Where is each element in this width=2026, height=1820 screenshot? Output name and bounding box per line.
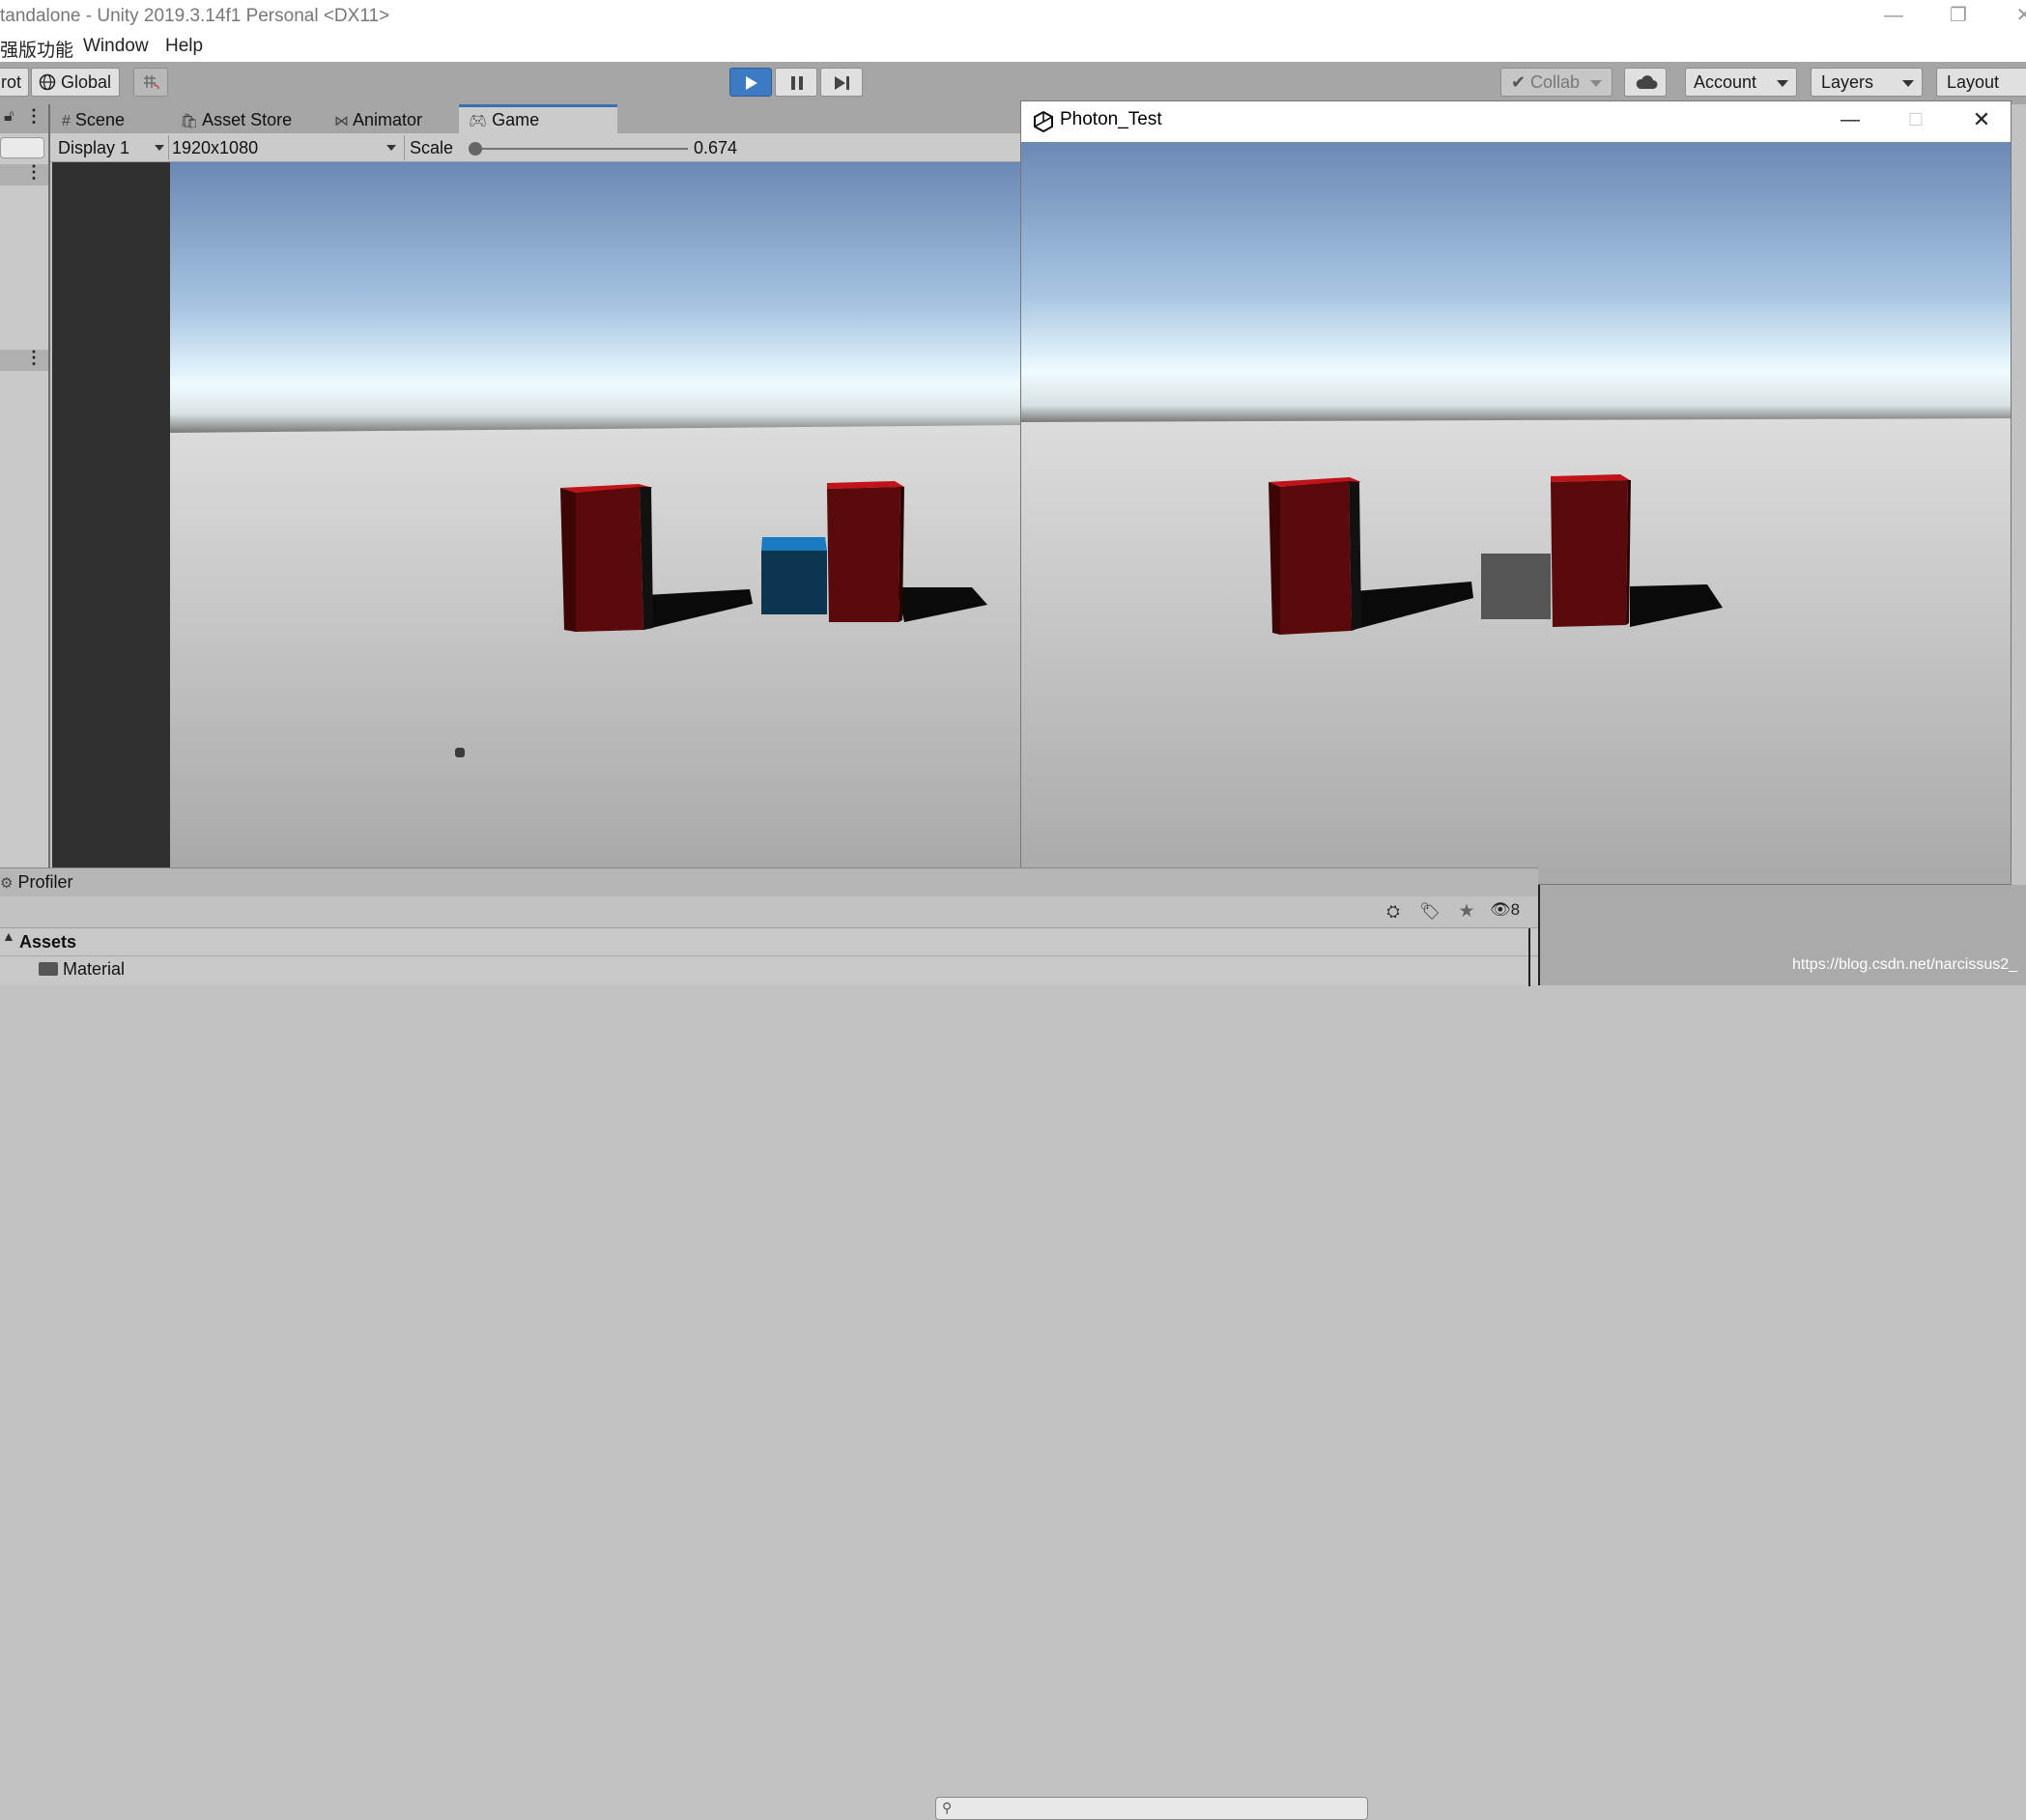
collab-label: Collab bbox=[1530, 72, 1581, 92]
popup-maximize-button[interactable]: ☐ bbox=[1895, 103, 1937, 138]
folder-icon bbox=[39, 962, 58, 976]
gray-box bbox=[1481, 554, 1551, 619]
layers-label: Layers bbox=[1821, 72, 1874, 92]
sphere-dot bbox=[455, 748, 465, 757]
cloud-button[interactable] bbox=[1624, 68, 1667, 97]
favorites-star-icon[interactable]: ★ bbox=[1449, 898, 1484, 925]
play-icon bbox=[746, 76, 757, 90]
profiler-icon: ⚙︎ bbox=[0, 875, 14, 892]
project-search-input[interactable]: ⚲ bbox=[935, 1797, 1368, 1820]
list-item-material-folder[interactable]: Material bbox=[39, 959, 125, 980]
grid-icon: # bbox=[62, 113, 71, 129]
profiler-tab-bar: ⚙︎ Profiler bbox=[0, 867, 1538, 896]
menu-item-help[interactable]: Help bbox=[165, 36, 203, 57]
tab-game[interactable]: 🎮︎ Game bbox=[459, 104, 617, 133]
account-dropdown[interactable]: Account bbox=[1685, 68, 1797, 97]
grid-snap-icon bbox=[144, 75, 159, 90]
play-button[interactable] bbox=[729, 68, 772, 97]
gamepad-icon: 🎮︎ bbox=[469, 113, 488, 129]
hierarchy-panel-edge: 🔓︎ ⋮ ⋮ ⋮ bbox=[0, 104, 50, 867]
filter-by-type-icon[interactable]: ⛭ bbox=[1376, 898, 1411, 925]
more-options-icon[interactable]: ⋮ bbox=[25, 348, 43, 368]
tab-animator[interactable]: ⋈ Animator bbox=[334, 106, 422, 133]
chevron-down-icon bbox=[386, 145, 396, 151]
project-toolbar: ⚲ ⛭ 🏷︎ ★ 👁︎8 bbox=[0, 896, 1538, 1820]
game-view-render[interactable] bbox=[170, 162, 1020, 867]
sky bbox=[170, 162, 1020, 433]
tab-profiler[interactable]: ⚙︎ Profiler bbox=[0, 872, 72, 893]
menu-item-enhanced[interactable]: 强版功能 bbox=[0, 36, 73, 62]
red-box-right bbox=[1551, 474, 1631, 627]
red-box-right bbox=[827, 481, 904, 622]
global-label: Global bbox=[61, 72, 112, 92]
resolution-dropdown[interactable]: 1920x1080 bbox=[170, 135, 405, 160]
more-options-icon[interactable]: ⋮ bbox=[25, 106, 43, 127]
scale-slider-handle[interactable] bbox=[469, 142, 482, 156]
layers-dropdown[interactable]: Layers bbox=[1811, 68, 1923, 97]
animator-icon: ⋈ bbox=[334, 113, 349, 129]
chevron-down-icon bbox=[1902, 80, 1914, 87]
step-icon bbox=[835, 76, 849, 90]
eye-slash-icon: 👁︎ bbox=[1490, 900, 1511, 919]
assets-header: Assets bbox=[19, 932, 77, 952]
layout-dropdown[interactable]: Layout bbox=[1936, 68, 2026, 97]
ground bbox=[1021, 418, 2011, 884]
game-view-toolbar: Display 1 1920x1080 Scale 0.674 bbox=[50, 133, 1020, 162]
global-toggle[interactable]: Global bbox=[31, 68, 120, 97]
tab-scene[interactable]: # Scene bbox=[62, 106, 125, 133]
account-label: Account bbox=[1694, 72, 1757, 92]
blue-box bbox=[761, 537, 827, 614]
chevron-down-icon bbox=[1777, 80, 1788, 87]
project-assets-panel: ▲ Assets Material bbox=[0, 927, 1538, 986]
cloud-icon bbox=[1636, 75, 1658, 89]
chevron-down-icon bbox=[1590, 80, 1602, 87]
popup-close-button[interactable]: ✕ bbox=[1960, 103, 2003, 138]
search-icon: ⚲ bbox=[942, 1800, 953, 1815]
checkmark-icon: ✔ bbox=[1511, 72, 1527, 92]
restore-button[interactable]: ❐ bbox=[1929, 0, 1987, 33]
scale-label: Scale bbox=[410, 138, 454, 157]
title-bar: tandalone - Unity 2019.3.14f1 Personal <… bbox=[0, 0, 2026, 33]
editor-tab-bar: # Scene 🛍︎ Asset Store ⋈ Animator 🎮︎ Gam… bbox=[50, 104, 1020, 133]
minimize-button[interactable]: — bbox=[1865, 0, 1923, 33]
snap-toggle[interactable] bbox=[133, 68, 168, 97]
red-box-left bbox=[560, 484, 653, 632]
close-button[interactable]: ✕ bbox=[1995, 0, 2026, 33]
photon-test-render[interactable] bbox=[1021, 142, 2011, 884]
display-dropdown[interactable]: Display 1 bbox=[54, 135, 169, 160]
filter-by-label-icon[interactable]: 🏷︎ bbox=[1412, 898, 1447, 925]
step-button[interactable] bbox=[820, 68, 863, 97]
popup-title: Photon_Test bbox=[1060, 109, 1162, 129]
main-toolbar: rot Global ✔ Collab Account Layers Layou… bbox=[0, 62, 2026, 104]
window-title: tandalone - Unity 2019.3.14f1 Personal <… bbox=[0, 6, 390, 26]
menu-item-window[interactable]: Window bbox=[83, 36, 149, 57]
collapse-arrow-icon[interactable]: ▲ bbox=[2, 928, 15, 944]
pivot-toggle[interactable]: rot bbox=[0, 68, 29, 97]
menu-bar: 强版功能 Window Help bbox=[0, 33, 2026, 62]
scale-value: 0.674 bbox=[694, 138, 738, 157]
scale-slider-track[interactable] bbox=[471, 148, 688, 150]
popup-minimize-button[interactable]: — bbox=[1829, 103, 1871, 138]
lock-icon[interactable]: 🔓︎ bbox=[4, 108, 14, 126]
hidden-packages-toggle[interactable]: 👁︎8 bbox=[1490, 900, 1520, 920]
more-options-icon[interactable]: ⋮ bbox=[25, 162, 43, 183]
pause-button[interactable] bbox=[775, 68, 817, 97]
unity-logo-icon bbox=[1034, 110, 1053, 133]
sky bbox=[1021, 142, 2011, 422]
game-view-letterbox bbox=[52, 162, 170, 867]
shopping-bag-icon: 🛍︎ bbox=[180, 113, 199, 129]
watermark-text: https://blog.csdn.net/narcissus2_ bbox=[1792, 956, 2018, 973]
chevron-down-icon bbox=[155, 145, 164, 151]
hierarchy-search-input[interactable] bbox=[0, 137, 44, 158]
collab-dropdown[interactable]: ✔ Collab bbox=[1500, 68, 1612, 97]
tab-asset-store[interactable]: 🛍︎ Asset Store bbox=[180, 106, 292, 133]
red-box-left bbox=[1269, 477, 1361, 635]
globe-icon bbox=[39, 73, 56, 91]
pause-icon bbox=[791, 76, 803, 90]
